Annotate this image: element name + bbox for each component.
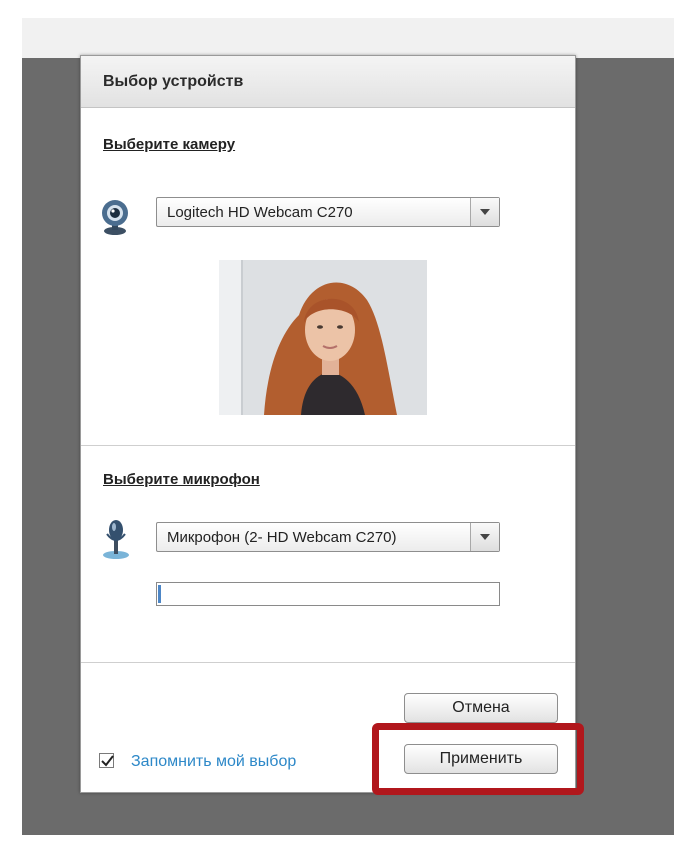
cancel-button[interactable]: Отмена [404,693,558,723]
camera-select[interactable]: Logitech HD Webcam C270 [156,197,500,227]
microphone-select-value: Микрофон (2- HD Webcam C270) [167,529,397,546]
remember-choice-checkbox[interactable] [99,753,114,768]
section-divider [81,445,575,446]
dialog-header: Выбор устройств [81,56,575,108]
camera-preview [219,260,427,415]
chevron-down-icon [480,209,490,215]
microphone-select[interactable]: Микрофон (2- HD Webcam C270) [156,522,500,552]
microphone-select-arrow[interactable] [470,523,499,551]
checkmark-icon [101,755,114,767]
section-divider [81,662,575,663]
microphone-level-meter [156,582,500,606]
microphone-icon [99,518,133,565]
camera-select-value: Logitech HD Webcam C270 [167,204,353,221]
chevron-down-icon [480,534,490,540]
dialog-title: Выбор устройств [103,73,244,90]
camera-select-arrow[interactable] [470,198,499,226]
remember-choice-label[interactable]: Запомнить мой выбор [131,753,296,771]
microphone-level-fill [158,585,161,603]
microphone-section-title: Выберите микрофон [103,471,260,488]
webcam-icon [95,197,135,242]
device-selection-dialog: Выбор устройств Выберите камеру Logitech… [80,55,576,793]
camera-section-title: Выберите камеру [103,136,236,153]
page-header-strip [22,18,674,59]
apply-button-highlight [372,723,584,795]
